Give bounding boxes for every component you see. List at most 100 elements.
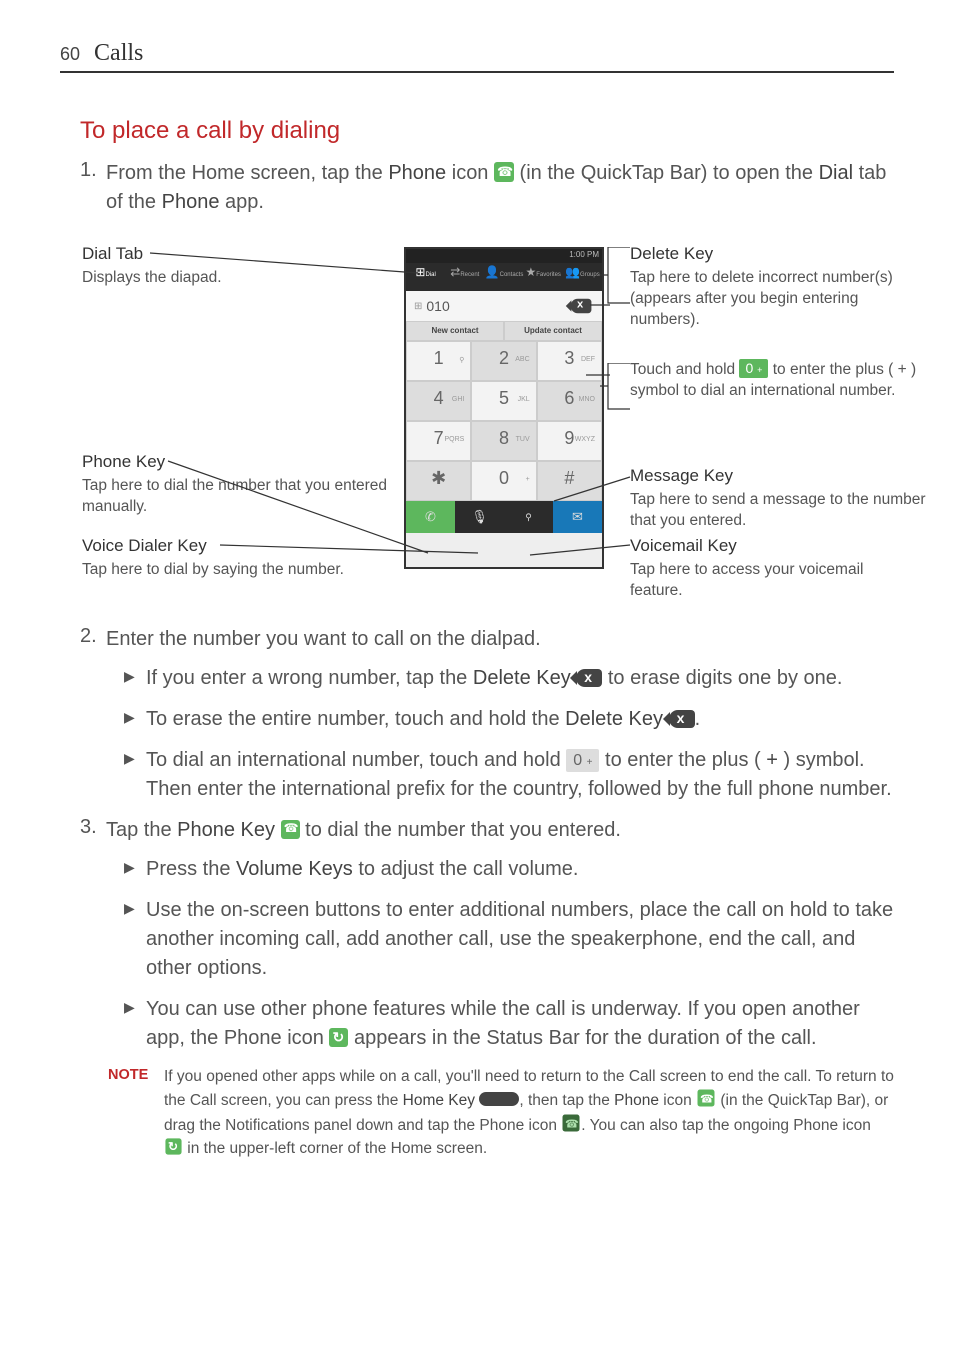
delete-key-label: Delete Key (473, 667, 571, 689)
bullet-icon: ▶ (124, 855, 146, 884)
tab-label: Dial (425, 272, 435, 278)
voice-dialer-key[interactable]: 🎙 (455, 501, 504, 533)
text: From the Home screen, tap the (106, 162, 388, 184)
step-2: 2. Enter the number you want to call on … (80, 625, 894, 654)
key-4[interactable]: 4GHI (406, 381, 471, 421)
tab-contacts[interactable]: 👤Contacts (484, 263, 523, 291)
ongoing-phone-icon (563, 1114, 580, 1131)
note: NOTE If you opened other apps while on a… (108, 1065, 894, 1160)
leader-line (590, 303, 610, 307)
step-body: Enter the number you want to call on the… (106, 625, 894, 654)
callout-desc: Displays the diapad. (82, 269, 222, 286)
text: app. (219, 191, 263, 213)
text: , then tap the (519, 1092, 614, 1109)
bullet-icon: ▶ (124, 664, 146, 693)
page-header: 60 Calls (60, 40, 894, 73)
bullet-icon: ▶ (124, 746, 146, 804)
bullet-body: If you enter a wrong number, tap the Del… (146, 664, 894, 693)
section-title: Calls (94, 40, 143, 67)
tab-favorites[interactable]: ★Favorites (524, 263, 563, 291)
tab-groups[interactable]: 👥Groups (563, 263, 602, 291)
zero-key-icon: 0 + (566, 749, 599, 772)
phone-icon (281, 820, 300, 839)
time: 1:00 PM (569, 250, 599, 259)
bullet-wrong-number: ▶ If you enter a wrong number, tap the D… (124, 664, 894, 693)
home-key-label: Home Key (403, 1092, 475, 1109)
callout-title: Message Key (630, 465, 940, 488)
text: appears in the Status Bar for the durati… (348, 1027, 816, 1049)
step-number: 2. (80, 625, 106, 654)
ongoing-phone-icon (329, 1028, 348, 1047)
bullet-body: Use the on-screen buttons to enter addit… (146, 896, 894, 983)
text: Press the (146, 858, 236, 880)
update-contact-button[interactable]: Update contact (504, 321, 602, 341)
key-1[interactable]: 1⚲ (406, 341, 471, 381)
key-9[interactable]: 9WXYZ (537, 421, 602, 461)
tab-label: Groups (580, 272, 600, 278)
zero-key-icon: 0 + (739, 359, 768, 378)
step-number: 3. (80, 816, 106, 845)
ongoing-phone-icon (165, 1138, 181, 1154)
voicemail-icon: ⚲ (459, 356, 464, 364)
key-8[interactable]: 8TUV (471, 421, 536, 461)
status-bar: 1:00 PM (406, 249, 602, 263)
delete-icon (669, 710, 695, 728)
callout-desc: Tap here to access your voicemail featur… (630, 561, 863, 599)
number-display: ⊞ 010 (406, 291, 602, 321)
note-label: NOTE (108, 1065, 154, 1160)
leader-line (586, 373, 610, 377)
phone-icon (494, 162, 514, 182)
delete-icon (576, 669, 602, 687)
entered-number: 010 (426, 298, 449, 314)
key-2[interactable]: 2ABC (471, 341, 536, 381)
volume-keys-label: Volume Keys (236, 858, 353, 880)
tab-recent[interactable]: ⇄Recent (445, 263, 484, 291)
text: to enter the plus ( (599, 749, 766, 771)
bullet-onscreen: ▶ Use the on-screen buttons to enter add… (124, 896, 894, 983)
tab-label: Contacts (500, 272, 524, 278)
key-0[interactable]: 0+ (471, 461, 536, 501)
contact-actions: New contact Update contact (406, 321, 602, 341)
text: (in the QuickTap Bar) to open the (514, 162, 819, 184)
home-key-icon (479, 1092, 519, 1106)
text: Tap the (106, 819, 177, 841)
new-contact-button[interactable]: New contact (406, 321, 504, 341)
text: to dial the number that you entered. (300, 819, 621, 841)
bullet-body: To dial an international number, touch a… (146, 746, 894, 804)
phone-key-label: Phone Key (177, 819, 275, 841)
text: Touch and hold (630, 361, 739, 378)
text: in the upper-left corner of the Home scr… (183, 1140, 487, 1157)
bullet-body: You can use other phone features while t… (146, 995, 894, 1053)
callout-title: Voicemail Key (630, 535, 920, 558)
callout-desc: Tap here to dial by saying the number. (82, 561, 344, 578)
keypad-icon: ⊞ (414, 301, 422, 312)
delete-icon[interactable] (571, 299, 592, 313)
step-body: From the Home screen, tap the Phone icon… (106, 159, 894, 217)
key-7[interactable]: 7PQRS (406, 421, 471, 461)
tab-bar: ⊞Dial ⇄Recent 👤Contacts ★Favorites 👥Grou… (406, 263, 602, 291)
text: . (695, 708, 701, 730)
diagram: 1:00 PM ⊞Dial ⇄Recent 👤Contacts ★Favorit… (60, 243, 894, 603)
key-6[interactable]: 6MNO (537, 381, 602, 421)
voicemail-key[interactable]: ⚲ (504, 501, 553, 533)
phone-label: Phone (162, 191, 220, 213)
key-5[interactable]: 5JKL (471, 381, 536, 421)
plus-symbol: + (766, 749, 778, 771)
dial-label: Dial (819, 162, 853, 184)
callout-voice-dialer: Voice Dialer Key Tap here to dial by say… (82, 535, 392, 581)
bracket-icon (600, 363, 630, 413)
bullet-volume: ▶ Press the Volume Keys to adjust the ca… (124, 855, 894, 884)
callout-title: Delete Key (630, 243, 930, 266)
step-body: Tap the Phone Key to dial the number tha… (106, 816, 894, 845)
text: To erase the entire number, touch and ho… (146, 708, 565, 730)
text: to adjust the call volume. (353, 858, 579, 880)
callout-message-key: Message Key Tap here to send a message t… (630, 465, 940, 532)
bullet-icon: ▶ (124, 995, 146, 1053)
bullet-erase-entire: ▶ To erase the entire number, touch and … (124, 705, 894, 734)
page-number: 60 (60, 44, 80, 65)
bullet-icon: ▶ (124, 705, 146, 734)
step-number: 1. (80, 159, 106, 217)
bullet-other-features: ▶ You can use other phone features while… (124, 995, 894, 1053)
callout-desc: Tap here to send a message to the number… (630, 491, 926, 529)
callout-voicemail-key: Voicemail Key Tap here to access your vo… (630, 535, 920, 602)
